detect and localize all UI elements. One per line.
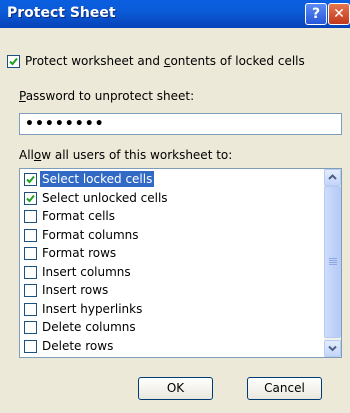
permission-checkbox[interactable] — [24, 173, 37, 186]
list-item[interactable]: Insert columns — [20, 263, 323, 281]
list-item[interactable]: Format rows — [20, 244, 323, 262]
permission-label: Delete rows — [42, 338, 114, 353]
permission-checkbox[interactable] — [24, 191, 37, 205]
permission-label: Delete columns — [42, 320, 136, 334]
scroll-down-button[interactable] — [324, 340, 341, 357]
allow-users-label: Allow all users of this worksheet to: — [19, 148, 233, 162]
password-label: Password to unprotect sheet: — [19, 89, 195, 103]
permission-label: Select locked cells — [40, 171, 155, 187]
chevron-down-icon — [328, 345, 337, 352]
help-button[interactable]: ? — [305, 3, 327, 25]
permission-label: Insert columns — [42, 264, 131, 279]
permission-checkbox[interactable] — [24, 210, 37, 223]
dialog-title: Protect Sheet — [7, 5, 116, 21]
permissions-list[interactable]: Select locked cells Select unlocked cells… — [19, 168, 342, 358]
password-value: •••••••• — [25, 116, 105, 132]
permission-label: Format rows — [42, 246, 117, 260]
help-icon: ? — [311, 6, 321, 22]
permission-label: Format columns — [42, 227, 139, 242]
permission-checkbox[interactable] — [24, 321, 37, 334]
scroll-thumb[interactable] — [324, 186, 341, 338]
permission-label: Insert rows — [42, 283, 109, 297]
permission-checkbox[interactable] — [24, 302, 37, 316]
title-bar[interactable]: Protect Sheet ? ✕ — [0, 0, 350, 28]
cancel-button[interactable]: Cancel — [247, 377, 322, 400]
list-item[interactable]: Select locked cells — [20, 170, 323, 188]
permission-checkbox[interactable] — [24, 247, 37, 260]
permission-checkbox[interactable] — [24, 339, 37, 353]
permission-checkbox[interactable] — [24, 265, 37, 279]
list-item[interactable]: Format columns — [20, 226, 323, 244]
ok-button[interactable]: OK — [138, 377, 213, 400]
list-item[interactable]: Select unlocked cells — [20, 189, 323, 207]
permission-checkbox[interactable] — [24, 228, 37, 242]
protect-sheet-dialog: Protect Sheet ? ✕ Protect worksheet and … — [0, 0, 350, 413]
permission-label: Insert hyperlinks — [42, 301, 143, 316]
permission-label: Format cells — [42, 209, 116, 223]
protect-worksheet-label: Protect worksheet and contents of locked… — [25, 54, 305, 68]
checkmark-icon — [26, 175, 35, 184]
protect-worksheet-checkbox[interactable] — [7, 55, 20, 68]
list-item[interactable]: Insert rows — [20, 281, 323, 299]
permission-checkbox[interactable] — [24, 284, 37, 297]
list-item[interactable]: Delete columns — [20, 318, 323, 336]
permission-label: Select unlocked cells — [42, 190, 168, 205]
scrollbar[interactable] — [324, 169, 341, 357]
close-button[interactable]: ✕ — [328, 3, 350, 25]
list-item[interactable]: Delete rows — [20, 337, 323, 355]
scroll-up-button[interactable] — [324, 169, 341, 186]
list-item[interactable]: Insert hyperlinks — [20, 300, 323, 318]
chevron-up-icon — [328, 174, 337, 180]
password-field[interactable]: •••••••• — [19, 113, 342, 135]
checkmark-icon — [9, 57, 18, 66]
list-item[interactable]: Format cells — [20, 207, 323, 225]
checkmark-icon — [26, 194, 35, 202]
close-icon: ✕ — [333, 6, 345, 22]
